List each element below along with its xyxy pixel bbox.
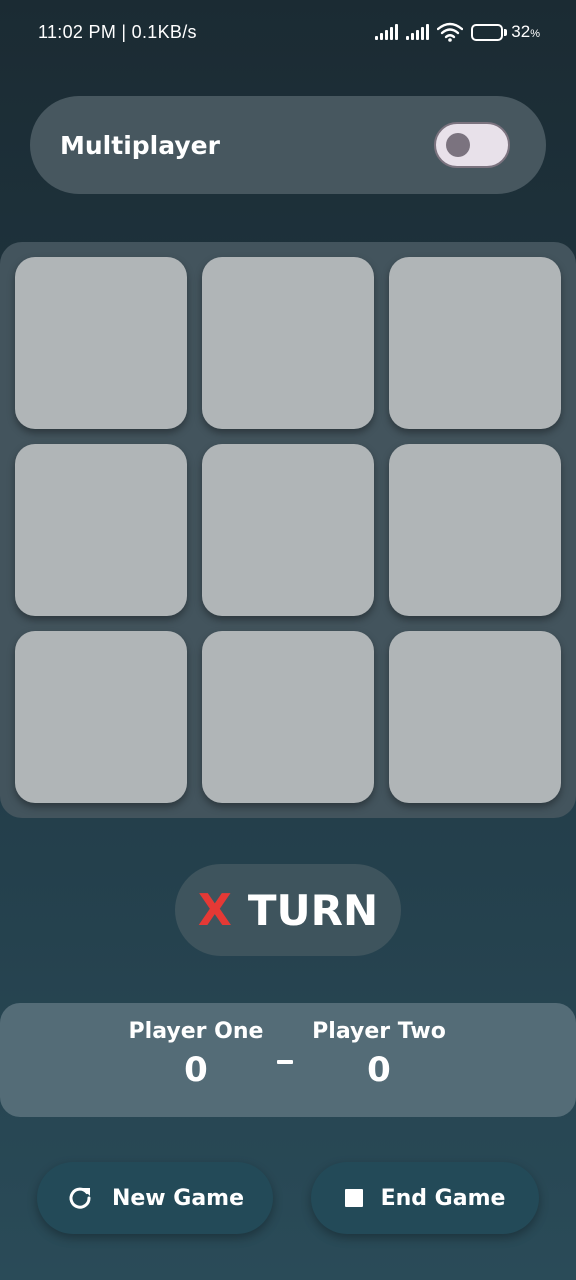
battery-icon: 32% <box>471 22 540 42</box>
board-cell[interactable] <box>389 444 561 616</box>
board-cell[interactable] <box>15 444 187 616</box>
end-game-button[interactable]: End Game <box>311 1162 539 1234</box>
board-cell[interactable] <box>389 257 561 429</box>
board-cell[interactable] <box>202 631 374 803</box>
end-game-label: End Game <box>380 1185 506 1211</box>
signal-icon <box>375 24 399 40</box>
score-separator <box>277 1030 299 1070</box>
board-cell[interactable] <box>202 257 374 429</box>
board-cell[interactable] <box>202 444 374 616</box>
multiplayer-panel: Multiplayer <box>30 96 546 194</box>
status-icons: 32% <box>375 22 540 42</box>
battery-percent: 32% <box>511 22 540 41</box>
status-time: 11:02 PM | 0.1KB/s <box>38 21 197 42</box>
status-bar: 11:02 PM | 0.1KB/s 32% <box>0 0 576 64</box>
player-two-score: Player Two 0 <box>284 1019 474 1090</box>
turn-indicator: X TURN <box>175 864 401 956</box>
multiplayer-toggle[interactable] <box>434 122 510 168</box>
new-game-button[interactable]: New Game <box>37 1162 273 1234</box>
board-cell[interactable] <box>389 631 561 803</box>
player-two-points: 0 <box>367 1050 391 1090</box>
player-one-points: 0 <box>184 1050 208 1090</box>
multiplayer-label: Multiplayer <box>60 130 220 160</box>
player-two-name: Player Two <box>312 1019 446 1044</box>
signal-icon <box>406 24 430 40</box>
stop-icon <box>344 1189 363 1207</box>
board-cell[interactable] <box>15 631 187 803</box>
player-one-name: Player One <box>128 1019 264 1044</box>
wifi-icon <box>437 22 464 42</box>
turn-mark: X <box>197 884 232 936</box>
refresh-icon <box>69 1187 91 1209</box>
toggle-knob <box>446 133 470 157</box>
player-one-score: Player One 0 <box>101 1019 291 1090</box>
game-board <box>0 242 576 818</box>
turn-label: TURN <box>247 885 379 935</box>
board-cell[interactable] <box>15 257 187 429</box>
new-game-label: New Game <box>111 1185 245 1211</box>
